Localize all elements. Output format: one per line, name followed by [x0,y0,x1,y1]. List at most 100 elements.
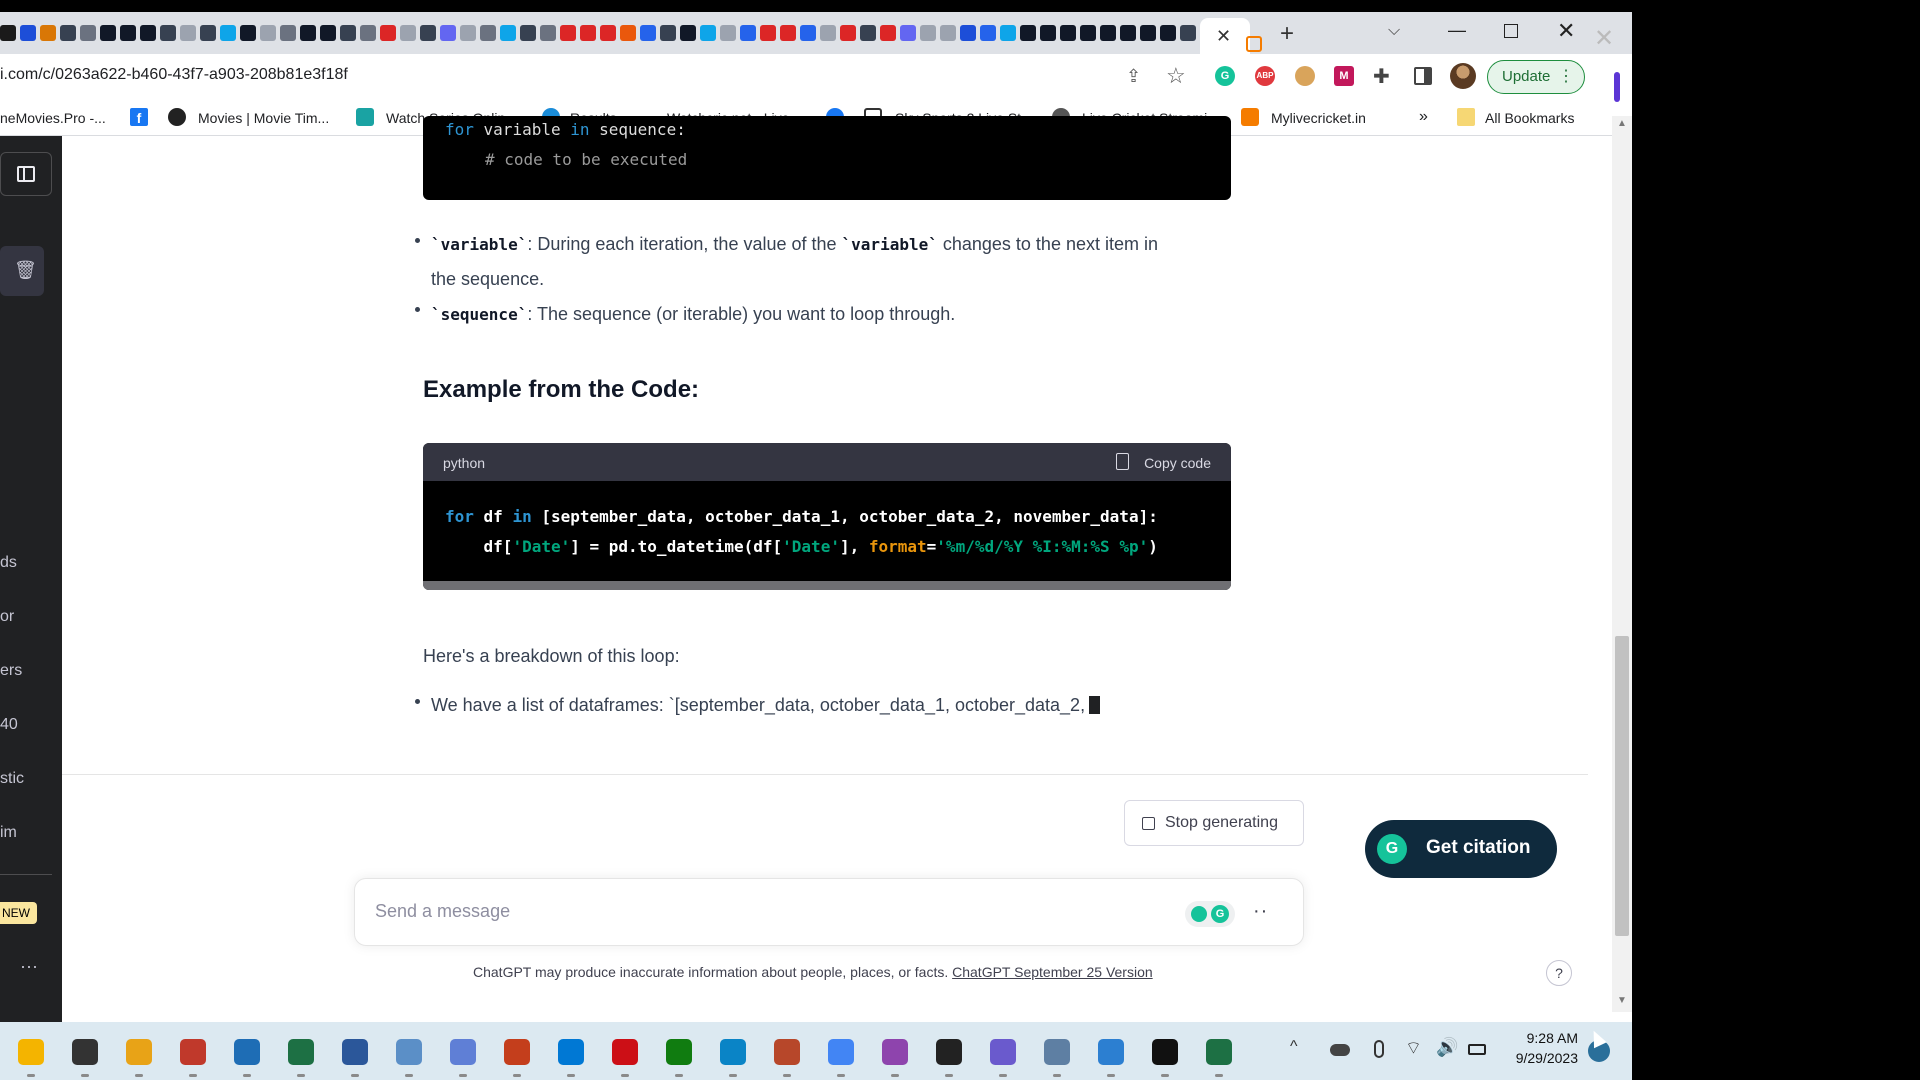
facebook-icon[interactable]: f [130,108,148,126]
tab-favicon[interactable] [1080,25,1096,41]
tab-favicon[interactable] [280,25,296,41]
tab-favicon[interactable] [1020,25,1036,41]
taskbar-app-icon[interactable] [990,1039,1016,1065]
tab-favicon[interactable] [400,25,416,41]
tab-favicon[interactable] [740,25,756,41]
tab-favicon[interactable] [360,25,376,41]
tab-favicon[interactable] [340,25,356,41]
tab-favicon[interactable] [120,25,136,41]
microphone-icon[interactable] [1374,1040,1384,1058]
tab-favicon[interactable] [620,25,636,41]
copy-code-button[interactable]: Copy code [1144,455,1211,471]
onedrive-icon[interactable] [1330,1044,1350,1056]
tab-favicon[interactable] [320,25,336,41]
sidebar-item-label[interactable]: stic [0,770,24,788]
taskbar-app-icon[interactable] [450,1039,476,1065]
tab-favicon[interactable] [800,25,816,41]
tab-favicon[interactable] [1040,25,1056,41]
taskbar-app-icon[interactable] [72,1039,98,1065]
active-tab[interactable]: ✕ [1200,18,1250,54]
tab-favicon[interactable] [300,25,316,41]
side-panel-icon[interactable] [1414,67,1432,85]
volume-icon[interactable]: 🔊 [1436,1037,1458,1058]
taskbar-app-icon[interactable] [1152,1039,1178,1065]
page-scrollbar[interactable]: ▲ ▼ [1612,116,1632,1012]
taskbar-app-icon[interactable] [18,1039,44,1065]
sidebar-item-label[interactable]: ers [0,662,22,680]
message-input[interactable] [375,901,1135,922]
tab-favicon[interactable] [100,25,116,41]
taskbar-app-icon[interactable] [558,1039,584,1065]
tab-favicon[interactable] [260,25,276,41]
tab-favicon[interactable] [960,25,976,41]
tab-favicon[interactable] [60,25,76,41]
taskbar-app-icon[interactable] [1098,1039,1124,1065]
tab-search-icon[interactable]: ⌵ [1388,22,1400,40]
taskbar-app-icon[interactable] [1206,1039,1232,1065]
tab-favicon[interactable] [1180,25,1196,41]
new-tab-button[interactable]: + [1280,22,1294,46]
tab-favicon[interactable] [240,25,256,41]
tab-favicon[interactable] [0,25,16,41]
clock-date[interactable]: 9/29/2023 [1506,1050,1578,1066]
profile-avatar[interactable] [1450,63,1476,89]
sidebar-item-label[interactable]: 40 [0,716,18,734]
stop-generating-button[interactable]: Stop generating [1124,800,1304,846]
tab-favicon[interactable] [1100,25,1116,41]
taskbar-app-icon[interactable] [828,1039,854,1065]
all-bookmarks[interactable]: All Bookmarks [1485,110,1574,126]
tab-favicon[interactable] [640,25,656,41]
bookmark-item[interactable]: Mylivecricket.in [1271,110,1366,126]
tab-favicon[interactable] [780,25,796,41]
taskbar-app-icon[interactable] [1044,1039,1070,1065]
tab-favicon[interactable] [460,25,476,41]
tab-favicon[interactable] [760,25,776,41]
tab-favicon[interactable] [940,25,956,41]
tab-favicon[interactable] [80,25,96,41]
taskbar-app-icon[interactable] [504,1039,530,1065]
grammarly-extension-icon[interactable]: G [1215,66,1235,86]
scrollbar-thumb[interactable] [1615,636,1629,936]
tab-favicon[interactable] [160,25,176,41]
clipboard-icon[interactable] [1116,453,1129,470]
tab-favicon[interactable] [180,25,196,41]
code-horizontal-scrollbar[interactable] [423,581,1231,590]
taskbar-app-icon[interactable] [936,1039,962,1065]
tab-favicon[interactable] [1246,36,1262,52]
share-icon[interactable]: ⇪ [1126,66,1141,87]
taskbar-app-icon[interactable] [612,1039,638,1065]
sidebar-item-label[interactable]: or [0,608,14,626]
tab-favicon[interactable] [20,25,36,41]
tab-favicon[interactable] [540,25,556,41]
tab-favicon[interactable] [1120,25,1136,41]
tab-favicon[interactable] [40,25,56,41]
tab-favicon[interactable] [900,25,916,41]
taskbar-app-icon[interactable] [126,1039,152,1065]
tab-favicon[interactable] [680,25,696,41]
clock-time[interactable]: 9:28 AM [1520,1030,1578,1046]
maximize-button[interactable] [1504,24,1518,38]
minimize-button[interactable]: — [1448,20,1466,41]
tab-favicon[interactable] [560,25,576,41]
adblock-extension-icon[interactable]: ABP [1255,66,1275,86]
tab-favicon[interactable] [660,25,676,41]
tab-favicon[interactable] [1060,25,1076,41]
taskbar-app-icon[interactable] [234,1039,260,1065]
tab-favicon[interactable] [980,25,996,41]
tab-favicon[interactable] [1160,25,1176,41]
wifi-icon[interactable]: ⌔ [1405,1037,1422,1060]
bookmark-overflow-icon[interactable]: » [1419,108,1428,126]
taskbar-app-icon[interactable] [342,1039,368,1065]
help-button[interactable]: ? [1546,960,1572,986]
tab-favicon[interactable] [380,25,396,41]
tab-favicon[interactable] [920,25,936,41]
tab-favicon[interactable] [200,25,216,41]
taskbar-app-icon[interactable] [180,1039,206,1065]
battery-icon[interactable] [1468,1044,1486,1055]
bookmark-item[interactable]: neMovies.Pro -... [0,110,106,126]
tab-favicon[interactable] [1140,25,1156,41]
taskbar-app-icon[interactable] [666,1039,692,1065]
extensions-puzzle-icon[interactable]: ✚ [1373,64,1390,89]
background-close-icon[interactable]: ✕ [1594,24,1614,53]
tab-favicon[interactable] [700,25,716,41]
